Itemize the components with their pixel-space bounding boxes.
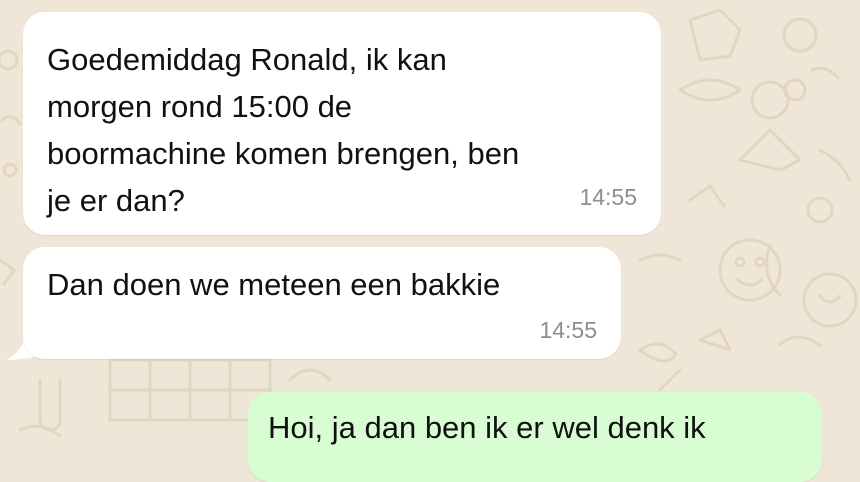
message-text: Dan doen we meteen een bakkie	[47, 267, 501, 302]
message-list: Goedemiddag Ronald, ik kan morgen rond 1…	[0, 0, 860, 482]
message-bubble-incoming[interactable]: Goedemiddag Ronald, ik kan morgen rond 1…	[23, 12, 661, 235]
message-bubble-outgoing[interactable]: Hoi, ja dan ben ik er wel denk ik	[248, 392, 822, 482]
message-timestamp: 14:55	[579, 184, 637, 210]
message-text: Goedemiddag Ronald, ik kan morgen rond 1…	[47, 42, 520, 218]
message-text: Hoi, ja dan ben ik er wel denk ik	[268, 410, 706, 445]
message-timestamp: 14:55	[539, 317, 597, 343]
message-bubble-incoming[interactable]: Dan doen we meteen een bakkie 14:55	[23, 247, 621, 359]
